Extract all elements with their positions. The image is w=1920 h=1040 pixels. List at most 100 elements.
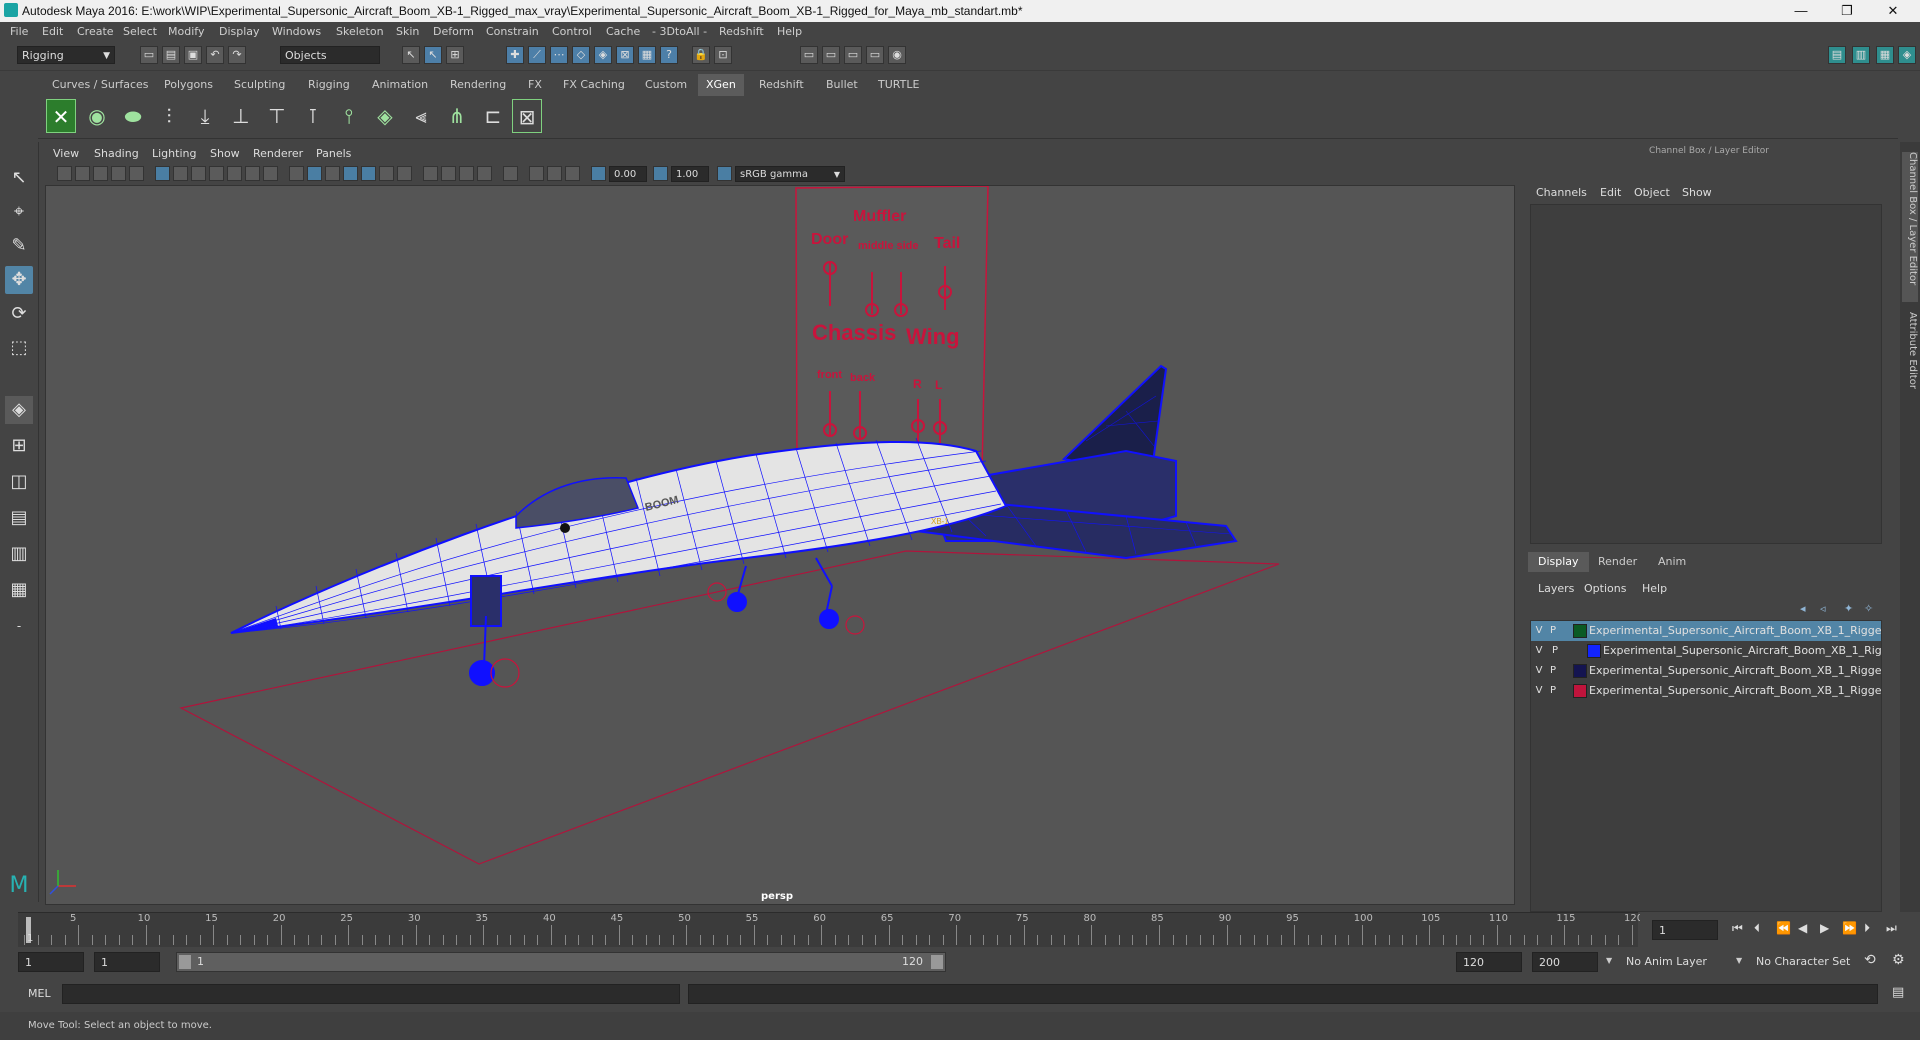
main-landing-gear[interactable] (727, 557, 839, 629)
layer-color-swatch[interactable] (1587, 644, 1601, 658)
xray-components-icon[interactable] (565, 166, 580, 181)
graph-layout-icon[interactable]: ▤ (5, 504, 33, 532)
menu-create[interactable]: Create (77, 25, 114, 38)
field-chart-icon[interactable] (227, 166, 242, 181)
selection-mode-dropdown[interactable]: Objects (280, 46, 380, 64)
layer-menu-help[interactable]: Help (1642, 582, 1667, 595)
xgen-create-description-icon[interactable]: ⬬ (118, 99, 148, 133)
range-slider[interactable]: 1 120 (176, 952, 946, 972)
layer-playback-toggle[interactable]: P (1547, 661, 1559, 681)
step-forward-key-icon[interactable]: ⏵ (1864, 921, 1870, 936)
menu-file[interactable]: File (10, 25, 28, 38)
nose-landing-gear[interactable] (469, 575, 502, 686)
layer-visibility-toggle[interactable]: V (1533, 661, 1545, 681)
vp-menu-shading[interactable]: Shading (94, 147, 139, 160)
gate-mask-icon[interactable] (209, 166, 224, 181)
render-layout-icon[interactable]: ▦ (5, 576, 33, 604)
minimize-button[interactable]: — (1778, 0, 1824, 22)
snap-surface-icon[interactable]: ◈ (594, 46, 612, 64)
layer-row[interactable]: V P Experimental_Supersonic_Aircraft_Boo… (1531, 641, 1881, 661)
layer-tab-display[interactable]: Display (1528, 552, 1589, 572)
color-management-icon[interactable] (717, 166, 732, 181)
camera-attributes-icon[interactable] (75, 166, 90, 181)
layer-name[interactable]: Experimental_Supersonic_Aircraft_Boom_XB… (1589, 661, 1881, 681)
vp-menu-renderer[interactable]: Renderer (253, 147, 303, 160)
cb-menu-object[interactable]: Object (1634, 186, 1670, 199)
layer-menu-layers[interactable]: Layers (1538, 582, 1574, 595)
xgen-export-icon[interactable]: ⊠ (512, 99, 542, 133)
layer-visibility-toggle[interactable]: V (1533, 641, 1545, 661)
right-gear-control[interactable] (845, 615, 865, 635)
safe-title-icon[interactable] (263, 166, 278, 181)
xgen-editor-icon[interactable]: ✕ (46, 99, 76, 133)
layer-row[interactable]: V P Experimental_Supersonic_Aircraft_Boo… (1531, 661, 1881, 681)
xgen-preview-icon[interactable]: ◉ (82, 99, 112, 133)
layer-color-swatch[interactable] (1573, 664, 1587, 678)
cb-menu-channels[interactable]: Channels (1536, 186, 1587, 199)
bookmarks-icon[interactable] (93, 166, 108, 181)
textured-icon[interactable] (361, 166, 376, 181)
lock-icon[interactable]: 🔒 (692, 46, 710, 64)
nose-gear-control[interactable] (490, 658, 520, 688)
layer-playback-toggle[interactable]: P (1547, 621, 1559, 641)
vp-menu-view[interactable]: View (53, 147, 79, 160)
play-backwards-icon[interactable]: ◀ (1798, 921, 1807, 935)
side-tab-attribute-editor[interactable]: Attribute Editor (1902, 312, 1918, 432)
vp-menu-lighting[interactable]: Lighting (152, 147, 196, 160)
lasso-tool-icon[interactable]: ⌖ (5, 198, 33, 226)
layer-color-swatch[interactable] (1573, 624, 1587, 638)
scale-tool-icon[interactable]: ⬚ (5, 334, 33, 362)
cb-menu-show[interactable]: Show (1682, 186, 1712, 199)
tab-sculpting[interactable]: Sculpting (234, 78, 285, 91)
four-view-layout-icon[interactable]: ⊞ (5, 432, 33, 460)
image-plane-icon[interactable] (111, 166, 126, 181)
move-layer-down-icon[interactable]: ◃ (1820, 602, 1826, 615)
undo-icon[interactable]: ↶ (206, 46, 224, 64)
anim-layer-dropdown[interactable]: No Anim Layer (1620, 952, 1740, 972)
select-tool-icon[interactable]: ↖ (5, 164, 33, 192)
layer-menu-options[interactable]: Options (1584, 582, 1626, 595)
layer-name[interactable]: Experimental_Supersonic_Aircraft_Boom_XB… (1603, 641, 1881, 661)
exposure-field[interactable]: 0.00 (609, 166, 647, 182)
script-editor-icon[interactable]: ▤ (1892, 985, 1904, 1000)
menu-windows[interactable]: Windows (272, 25, 321, 38)
more-layouts-icon[interactable]: - (5, 612, 33, 640)
shadows-icon[interactable] (397, 166, 412, 181)
construction-history-icon[interactable]: ⊡ (714, 46, 732, 64)
hypershade-icon[interactable]: ◉ (888, 46, 906, 64)
layer-color-swatch[interactable] (1573, 684, 1587, 698)
paint-select-tool-icon[interactable]: ✎ (5, 232, 33, 260)
xgen-rebuild-icon[interactable]: ⫷ (406, 99, 436, 133)
playback-start-field[interactable]: 1 (94, 952, 160, 972)
channel-box-area[interactable] (1530, 204, 1882, 544)
menu-select[interactable]: Select (123, 25, 157, 38)
new-empty-layer-icon[interactable]: ✦ (1844, 602, 1853, 615)
snap-live-icon[interactable]: ▦ (638, 46, 656, 64)
step-forward-frame-icon[interactable]: ⏩ (1842, 921, 1857, 935)
layer-playback-toggle[interactable]: P (1547, 681, 1559, 701)
menu-3dtoall[interactable]: - 3DtoAll - (652, 25, 707, 38)
range-slider-end-handle[interactable] (931, 955, 943, 969)
gamma-icon[interactable] (653, 166, 668, 181)
xray-joints-icon[interactable] (547, 166, 562, 181)
snap-grid-icon[interactable]: ✚ (506, 46, 524, 64)
layer-tab-anim[interactable]: Anim (1648, 552, 1696, 572)
menu-modify[interactable]: Modify (168, 25, 204, 38)
default-material-icon[interactable] (325, 166, 340, 181)
ipr-render-icon[interactable]: ▭ (844, 46, 862, 64)
maximize-button[interactable]: ❐ (1824, 0, 1870, 22)
step-back-frame-icon[interactable]: ⏪ (1776, 921, 1791, 935)
tab-curves-surfaces[interactable]: Curves / Surfaces (52, 78, 149, 91)
render-frame-icon[interactable]: ▭ (822, 46, 840, 64)
command-language-label[interactable]: MEL (28, 987, 51, 1000)
menu-display[interactable]: Display (219, 25, 260, 38)
menu-edit[interactable]: Edit (42, 25, 63, 38)
xgen-layers-icon[interactable]: ◈ (370, 99, 400, 133)
gamma-field[interactable]: 1.00 (671, 166, 709, 182)
tab-custom[interactable]: Custom (645, 78, 687, 91)
depth-of-field-icon[interactable] (477, 166, 492, 181)
time-slider[interactable]: 1 5 10 15 20 25 30 35 40 45 50 55 60 65 70 75 80 85 90 95 1… (18, 912, 1643, 947)
auto-key-icon[interactable]: ⟲ (1864, 952, 1876, 968)
new-scene-icon[interactable]: ▭ (140, 46, 158, 64)
xgen-curves-icon[interactable]: ⋔ (442, 99, 472, 133)
